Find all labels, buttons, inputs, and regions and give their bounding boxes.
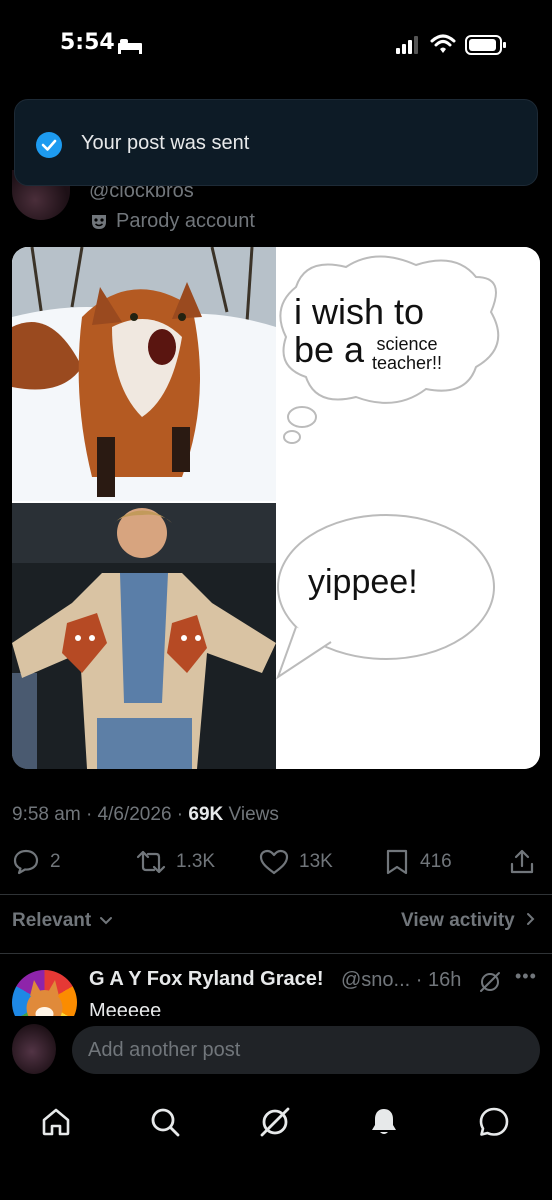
reply-icon [13,849,39,875]
status-time: 5:54 [60,30,115,55]
tab-messages[interactable] [474,1102,514,1142]
more-options-icon[interactable]: ••• [515,966,537,987]
toast-message: Your post was sent [81,132,250,154]
tab-grok[interactable] [255,1102,295,1142]
repost-icon [136,850,166,874]
repost-count: 1.3K [176,851,216,872]
user-avatar[interactable] [12,1024,56,1074]
share-icon [510,849,534,874]
post-sent-toast[interactable]: Your post was sent [14,99,538,186]
tab-home[interactable] [36,1102,76,1142]
views-count[interactable]: 69K [188,804,223,825]
status-bar: 5:54 [0,0,552,92]
chevron-right-icon [527,913,535,925]
view-activity-link[interactable]: View activity [401,910,536,932]
share-button[interactable] [508,844,546,880]
chevron-down-icon [100,917,113,925]
search-icon [151,1108,180,1137]
add-post-input[interactable] [72,1026,540,1074]
parody-mask-icon [92,215,106,229]
wifi-icon [430,34,456,53]
like-count: 13K [299,851,333,872]
grok-icon [260,1107,290,1137]
chat-bubble-icon [479,1107,509,1136]
view-activity-text: View activity [401,910,515,931]
divider [0,953,552,954]
heart-icon [259,849,289,875]
bubble-2-text: yippee! [308,563,418,601]
post-actions: 2 1.3K 13K 416 [0,844,552,884]
tab-search[interactable] [145,1102,185,1142]
reply-text: Meeeee [89,1000,162,1016]
sort-label-text: Relevant [12,910,92,931]
repost-button[interactable]: 1.3K [136,844,215,880]
post-time: 9:58 am [12,804,81,825]
check-circle-icon [36,132,62,158]
thought-bubbles-panel: i wish to be a science teacher!! yippee! [276,247,540,769]
bookmark-button[interactable]: 416 [384,844,452,880]
fox-photo [12,247,276,501]
divider [0,894,552,895]
post-media-image[interactable]: i wish to be a science teacher!! yippee! [12,247,540,769]
bell-icon [372,1109,396,1134]
replies-sort-dropdown[interactable]: Relevant [12,910,113,932]
bookmark-count: 416 [420,851,452,872]
cellular-signal-icon [396,36,418,54]
reply-count: 2 [50,851,61,872]
parody-account-label: Parody account [116,210,255,232]
battery-icon [465,35,506,55]
bubble-1-line: i wish to [294,291,425,332]
reply-button[interactable]: 2 [12,844,61,880]
sleep-focus-icon [118,39,142,54]
tab-notifications[interactable] [364,1102,404,1142]
meta-separator: · [176,804,189,825]
bookmark-icon [386,849,408,875]
views-label[interactable]: Views [229,804,279,825]
bubble-1-small-text: science teacher!! [372,334,443,373]
like-button[interactable]: 13K [259,844,333,880]
man-in-fox-cardigan-photo [12,503,276,769]
home-icon [42,1108,70,1136]
post-date: 4/6/2026 [97,804,172,825]
post-meta: 9:58 am · 4/6/2026 · 69K Views [12,804,279,826]
reply-author-name[interactable]: G A Y Fox Ryland Grace! [89,968,324,991]
grok-icon[interactable] [478,970,502,994]
bottom-tab-bar [0,1090,552,1150]
reply-handle-time[interactable]: @sno... · 16h [341,969,461,992]
meta-separator: · [85,804,98,825]
